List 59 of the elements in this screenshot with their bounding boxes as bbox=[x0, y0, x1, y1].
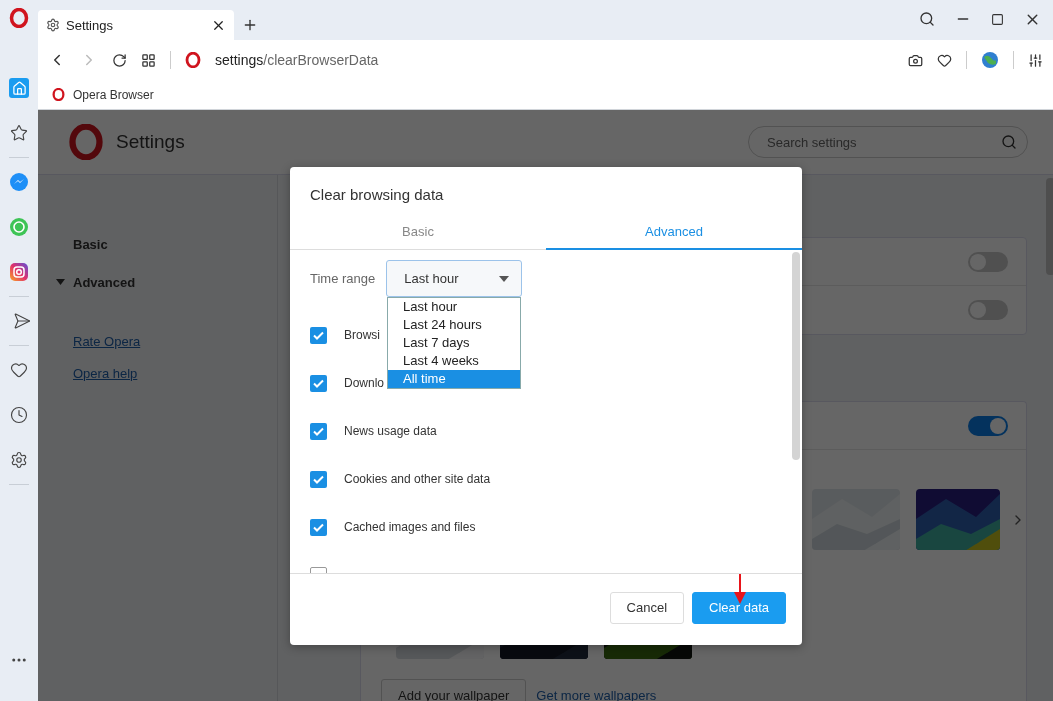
browser-tab[interactable]: Settings bbox=[38, 10, 234, 40]
toggle-switch[interactable] bbox=[968, 415, 1008, 436]
help-link[interactable]: Opera help bbox=[56, 357, 277, 389]
heart-icon[interactable] bbox=[9, 360, 29, 380]
camera-icon[interactable] bbox=[908, 52, 923, 68]
camera-app-icon[interactable] bbox=[9, 262, 29, 282]
checkbox-label: Cached images and files bbox=[344, 520, 476, 534]
globe-icon[interactable] bbox=[981, 51, 999, 69]
opera-logo bbox=[185, 52, 201, 68]
checkmark-icon bbox=[313, 474, 324, 484]
settings-icon bbox=[46, 18, 60, 32]
cancel-button[interactable]: Cancel bbox=[609, 591, 684, 624]
clear-data-button[interactable]: Clear data bbox=[692, 591, 786, 624]
arrow-icon bbox=[734, 574, 746, 604]
time-range-label: Time range bbox=[310, 271, 376, 286]
checkbox[interactable] bbox=[310, 326, 327, 344]
dialog-title: Clear browsing data bbox=[309, 185, 445, 205]
nav-item[interactable]: Basic bbox=[56, 225, 277, 263]
help-link[interactable]: Rate Opera bbox=[56, 325, 277, 357]
home-icon[interactable] bbox=[9, 78, 29, 98]
search-icon bbox=[1001, 134, 1017, 150]
scrollbar[interactable] bbox=[792, 252, 800, 460]
caret-icon bbox=[499, 275, 510, 282]
page-title: Settings bbox=[116, 131, 185, 153]
checkbox-label: Downlo bbox=[344, 376, 385, 390]
opera-logo bbox=[9, 8, 29, 28]
grid-icon[interactable] bbox=[141, 52, 156, 68]
chat-bubble-icon[interactable] bbox=[9, 172, 29, 192]
checkbox[interactable] bbox=[310, 470, 327, 488]
dropdown-option[interactable]: All time bbox=[388, 370, 520, 388]
bookmark[interactable]: Opera Browser bbox=[73, 87, 154, 102]
checkbox[interactable] bbox=[310, 518, 327, 536]
dialog-tab[interactable]: Advanced bbox=[546, 215, 802, 250]
search-icon[interactable] bbox=[919, 11, 935, 27]
caret-icon[interactable] bbox=[56, 279, 65, 285]
clock-icon[interactable] bbox=[9, 405, 29, 425]
tab-title: Settings bbox=[66, 17, 114, 33]
checkbox-label: Browsi bbox=[344, 328, 380, 342]
checkbox[interactable] bbox=[310, 374, 327, 392]
settings-icon[interactable] bbox=[1028, 52, 1043, 68]
dialog-tab[interactable]: Basic bbox=[290, 215, 546, 250]
checkmark-icon bbox=[313, 522, 324, 532]
settings-icon[interactable] bbox=[9, 450, 29, 470]
star-icon[interactable] bbox=[9, 123, 29, 143]
maximize-icon[interactable] bbox=[991, 12, 1004, 26]
checkbox[interactable] bbox=[310, 422, 327, 440]
checkbox-label: News usage data bbox=[344, 424, 437, 438]
time-range-select[interactable]: Last hour bbox=[386, 260, 523, 297]
nav-item[interactable]: Advanced bbox=[56, 263, 277, 301]
address-field[interactable]: settings/clearBrowserData bbox=[215, 52, 379, 68]
opera-logo bbox=[52, 88, 65, 101]
reload-icon[interactable] bbox=[112, 52, 127, 68]
checkmark-icon bbox=[313, 330, 324, 340]
new-tab-icon[interactable] bbox=[242, 17, 258, 33]
heart-icon[interactable] bbox=[937, 52, 952, 68]
checkbox-label: Cookies and other site data bbox=[344, 472, 491, 486]
checkmark-icon bbox=[313, 426, 324, 436]
checkmark-icon bbox=[313, 378, 324, 388]
opera-logo bbox=[68, 124, 104, 160]
